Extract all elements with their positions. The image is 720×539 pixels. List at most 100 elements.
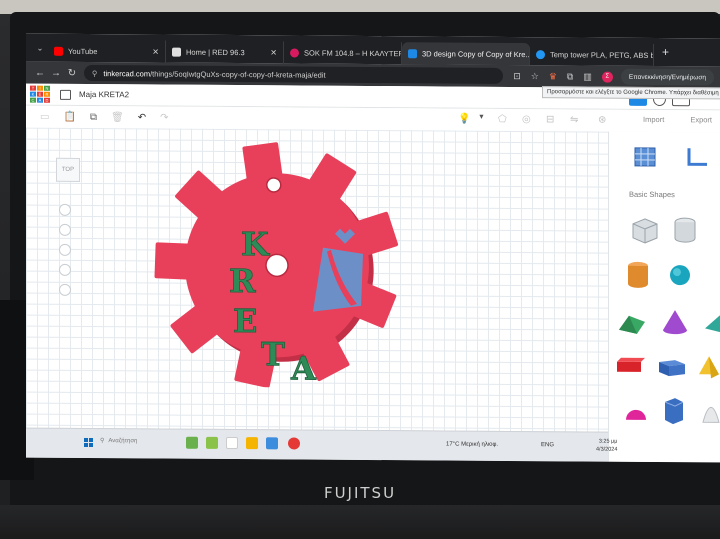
clock-date: 4/3/2024 [596,446,618,453]
perspective-icon[interactable] [59,283,71,296]
letter-a: A [290,349,317,387]
box-shape-icon[interactable] [657,356,687,378]
taskbar-search[interactable]: ⚲ Αναζήτηση [100,437,137,444]
close-icon[interactable]: ✕ [146,47,159,56]
delete-icon[interactable]: 🗑 [111,112,124,123]
tab-title: Home | RED 96.3 [186,47,245,57]
new-shape-icon[interactable]: ▭ [40,111,49,122]
pyramid-shape-icon[interactable] [697,354,720,380]
tab-sokfm[interactable]: SOK FM 104.8 – Η ΚΑΛΥΤΕΡΗ ... ✕ [284,41,402,65]
letter-k: K [241,225,270,263]
cylinder-shape-icon[interactable] [625,260,651,290]
tinkercad-logo[interactable]: T I N K E R C A D [30,85,50,103]
install-icon[interactable]: ⊡ [513,70,521,81]
sphere-shape-icon[interactable] [667,262,693,288]
text-shape-icon[interactable] [615,356,645,378]
weather-widget[interactable]: 17°C Μερική ηλιοφ. [446,442,498,448]
align-icon[interactable]: ⊟ [546,114,554,125]
fit-view-icon[interactable] [59,223,71,236]
tab-youtube[interactable]: YouTube ✕ [48,39,166,63]
tinkercad-icon [408,48,417,58]
tab-search-icon[interactable]: ⌄ [32,43,48,52]
new-tab-button[interactable]: + [654,45,677,59]
close-icon[interactable]: ✕ [264,48,277,57]
tab-tinkercad[interactable]: 3D design Copy of Copy of Kre... ✕ [402,42,530,66]
paraboloid-shape-icon[interactable] [701,398,720,426]
sokfm-icon [290,47,299,57]
workplane-tool-icon[interactable] [633,146,657,168]
desk-area [0,505,720,539]
windows-taskbar: ⚲ Αναζήτηση 17°C Μερική ηλιοφ. ENG 3:25 … [26,427,617,462]
zoom-in-icon[interactable] [59,243,71,256]
half-sphere-shape-icon[interactable] [623,402,649,424]
designs-list-icon[interactable] [60,89,71,100]
view-cube[interactable]: TOP [56,157,80,182]
duplicate-icon[interactable]: ⧉ [90,112,97,123]
search-icon: ⚲ [100,438,105,445]
letter-r: R [229,262,256,300]
screen: ⌄ YouTube ✕ Home | RED 96.3 ✕ SOK FM 104… [26,33,720,463]
import-button[interactable]: Import [643,115,664,124]
cylinder-hole-shape-icon[interactable] [671,216,699,244]
chevron-down-icon[interactable]: ▼ [478,114,485,121]
reload-icon[interactable]: ↻ [64,67,80,78]
import-export-group: Import Export [643,115,712,124]
profile-avatar[interactable]: Σ [601,71,613,83]
relaunch-update-button[interactable]: Επανεκκίνηση/Ενημέρωση [620,68,714,86]
flip-icon[interactable]: ⇋ [570,114,578,125]
address-bar[interactable]: ⚲ tinkercad.com/things/5oqIwtgQuXs-copy-… [83,64,504,84]
redo-icon[interactable]: ↷ [160,112,168,123]
wedge-shape-icon[interactable] [701,308,720,336]
group-icon[interactable]: ◎ [522,114,531,125]
bookmark-star-icon[interactable]: ☆ [531,71,539,82]
widgets-icon[interactable] [186,436,198,449]
mail-icon[interactable] [266,437,278,450]
shapes-panel: Basic Shapes [608,131,720,463]
letter-t: T [261,335,285,373]
zoom-out-icon[interactable] [59,263,71,276]
export-button[interactable]: Export [690,115,712,124]
monitor-photo: ⌄ YouTube ✕ Home | RED 96.3 ✕ SOK FM 104… [0,0,720,539]
back-icon[interactable]: ← [32,67,48,78]
red-radio-icon [172,47,181,57]
basic-shapes-label: Basic Shapes [629,189,675,200]
thingiverse-icon [536,49,545,59]
home-view-icon[interactable] [59,203,71,216]
update-tooltip: Προσαρμόστε και ελέγξτε το Google Chrome… [542,86,720,100]
tab-title: 3D design Copy of Copy of Kre... [422,48,530,59]
extensions-icon[interactable]: ⧉ [567,71,573,82]
tab-title: SOK FM 104.8 – Η ΚΑΛΥΤΕΡΗ ... [304,48,402,58]
note-icon[interactable]: ⬠ [498,114,507,125]
mirror-icon[interactable]: ⊛ [598,115,606,126]
folder-icon[interactable] [246,437,258,450]
file-explorer-icon[interactable] [226,436,238,450]
roof-shape-icon[interactable] [617,312,647,336]
taskbar-clock[interactable]: 3:25 μμ 4/3/2024 [596,438,617,454]
tab-thingiverse[interactable]: Temp tower PLA, PETG, ABS by... ✕ [530,43,654,66]
box-hole-shape-icon[interactable] [629,216,659,244]
ruler-tool-icon[interactable] [685,146,709,168]
clock-time: 3:25 μμ [598,438,618,445]
extension-brave-icon[interactable]: ♛ [549,71,557,82]
light-bulb-icon[interactable]: 💡 [458,114,470,125]
undo-icon[interactable]: ↶ [138,112,146,123]
site-info-icon[interactable]: ⚲ [92,69,98,78]
paste-icon[interactable]: 📋 [63,111,75,122]
cone-shape-icon[interactable] [661,308,689,336]
view-cube-label: TOP [61,166,75,173]
side-panel-icon[interactable]: ▥ [583,71,592,82]
design-title[interactable]: Maja KRETA2 [79,90,129,99]
tab-red963[interactable]: Home | RED 96.3 ✕ [166,40,284,64]
tab-title: YouTube [68,46,98,56]
letter-e: E [233,302,257,340]
game-icon[interactable] [206,436,218,449]
tab-title: Temp tower PLA, PETG, ABS by... [550,49,654,60]
url-host: tinkercad.com [103,68,151,78]
language-indicator[interactable]: ENG [541,442,554,448]
youtube-icon [54,46,63,56]
windows-start-icon[interactable] [84,437,93,448]
polygon-shape-icon[interactable] [661,396,687,426]
forward-icon[interactable]: → [48,67,64,78]
chrome-icon[interactable] [288,437,300,450]
kreta-gear-design[interactable]: K R E T A [141,136,416,388]
